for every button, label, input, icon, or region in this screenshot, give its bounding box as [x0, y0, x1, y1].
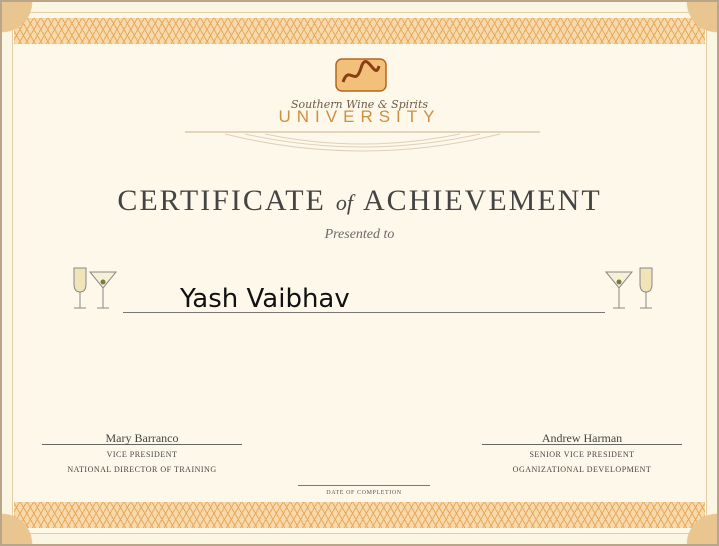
date-of-completion-label: DATE OF COMPLETION: [298, 485, 430, 496]
signatory-title: OGANIZATIONAL DEVELOPMENT: [512, 465, 652, 474]
corner-ornament: [2, 474, 72, 544]
certificate-page: Southern Wine & Spirits UNIVERSITY CERTI…: [0, 0, 719, 546]
top-guilloche-band: [14, 18, 705, 44]
certificate-title: CERTIFICATE of ACHIEVEMENT: [2, 184, 717, 218]
signatory-title: VICE PRESIDENT: [106, 450, 178, 459]
recipient-line: [123, 312, 605, 313]
signature-block-right: Andrew Harman SENIOR VICE PRESIDENT OGAN…: [482, 431, 682, 475]
presented-to-text: Presented to: [324, 227, 395, 242]
brand-university-text: UNIVERSITY: [278, 107, 441, 126]
bottom-guilloche-band: [14, 502, 705, 528]
logo-icon: [335, 58, 387, 92]
title-certificate: CERTIFICATE: [117, 184, 326, 217]
recipient-name: Yash Vaibhav: [180, 284, 350, 314]
signature-block-left: Mary Barranco VICE PRESIDENT NATIONAL DI…: [42, 431, 242, 475]
wine-glasses-icon: [73, 267, 118, 309]
wine-glasses-icon: [604, 267, 653, 309]
signatory-title: SENIOR VICE PRESIDENT: [529, 450, 635, 459]
corner-ornament: [647, 474, 717, 544]
title-of: of: [335, 190, 354, 215]
corner-ornament: [647, 2, 717, 72]
signatory-title: NATIONAL DIRECTOR OF TRAINING: [67, 465, 217, 474]
brand-ornament: [185, 131, 540, 152]
title-achievement: ACHIEVEMENT: [363, 184, 602, 217]
